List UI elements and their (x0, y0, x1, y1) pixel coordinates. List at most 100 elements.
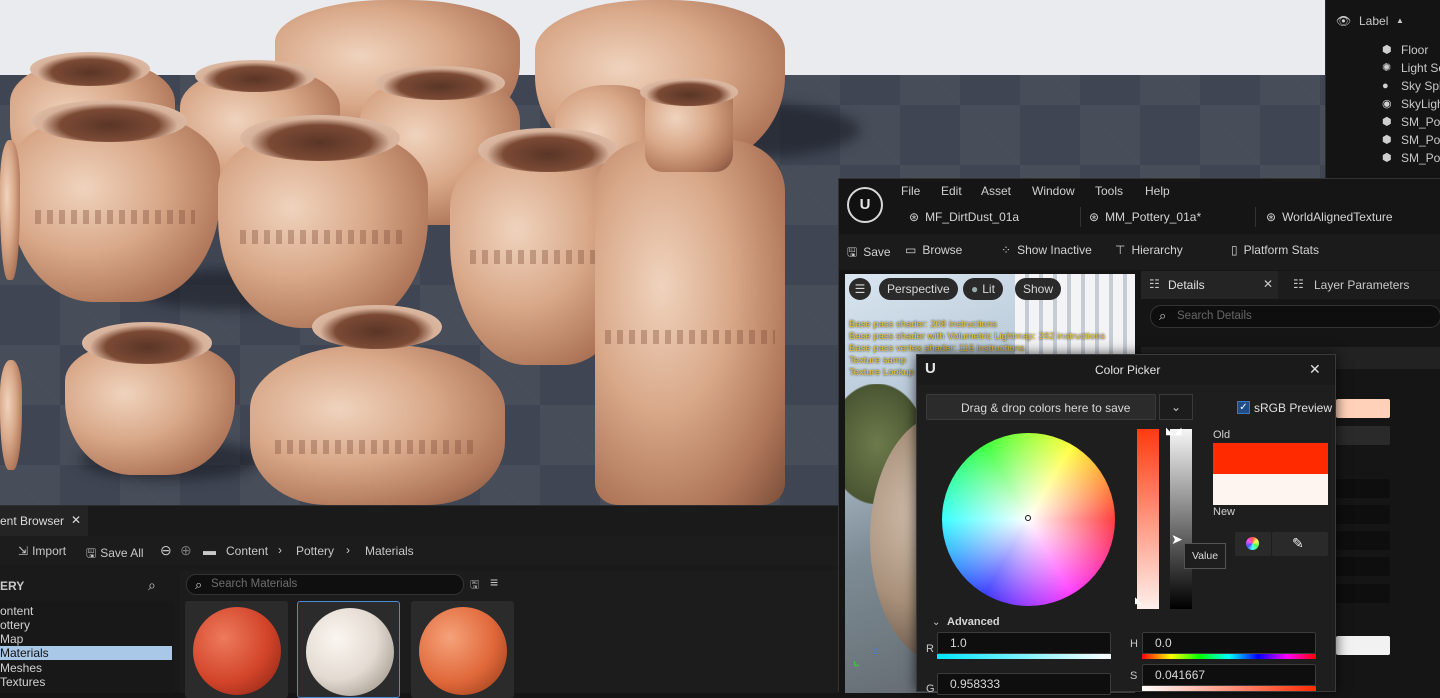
tree-item-map[interactable]: Map (0, 632, 172, 646)
lit-sphere-icon: ● (971, 282, 979, 296)
tree-item-materials[interactable]: Materials (0, 646, 172, 660)
search-icon[interactable]: ⌕ (148, 577, 156, 594)
property-field[interactable] (1336, 426, 1390, 445)
value-slider[interactable]: ◣◢ (1166, 426, 1192, 609)
material-thumbnail[interactable] (411, 601, 514, 698)
pot-rim (375, 66, 505, 100)
stats-icon: ▯ (1231, 243, 1238, 257)
search-details-input[interactable]: ⌕ Search Details (1150, 305, 1440, 328)
property-field[interactable] (1336, 505, 1390, 524)
asset-tab-worldaligned[interactable]: ⊛ WorldAlignedTexture (1266, 210, 1393, 224)
search-materials-input[interactable]: ⌕ Search Materials (186, 574, 464, 595)
forward-arrow-icon[interactable]: ⊕ (180, 542, 192, 559)
material-thumbnail-selected[interactable] (297, 601, 400, 698)
material-icon: ⊛ (1089, 210, 1100, 224)
s-input[interactable]: 0.041667 (1142, 664, 1316, 686)
outliner-item[interactable]: ✺ Light So (1326, 59, 1440, 77)
close-icon[interactable]: ✕ (71, 513, 81, 527)
tree-item-pottery[interactable]: ottery (0, 618, 172, 632)
show-inactive-button[interactable]: ⁘ Show Inactive (1001, 243, 1092, 257)
menu-edit[interactable]: Edit (941, 184, 962, 198)
white-material-sphere (306, 608, 394, 696)
chevron-down-icon[interactable]: ⌄ (932, 617, 940, 628)
outliner-item[interactable]: ◉ SkyLigh (1326, 95, 1440, 113)
show-button[interactable]: Show (1015, 278, 1062, 300)
world-outliner: 👁 Label ▲ ⬢ Floor ✺ Light So ● Sky Sph ◉ Sky… (1325, 0, 1440, 180)
tree-item-textures[interactable]: Textures (0, 675, 172, 689)
color-wheel[interactable] (942, 433, 1115, 606)
details-tab[interactable]: ☷ Details ✕ (1141, 271, 1278, 299)
menu-file[interactable]: File (901, 184, 920, 198)
advanced-section-label[interactable]: Advanced (947, 616, 1000, 628)
browse-icon: ▭ (905, 243, 917, 257)
save-button[interactable]: 🖫 Save (847, 243, 891, 264)
close-icon[interactable]: ✕ (1309, 361, 1321, 378)
menu-tools[interactable]: Tools (1095, 184, 1123, 198)
platform-stats-button[interactable]: ▯ Platform Stats (1231, 243, 1319, 257)
tree-item-content[interactable]: ontent (0, 604, 172, 618)
eyedropper-button[interactable]: ✎ (1272, 532, 1328, 556)
outliner-item[interactable]: ⬢ Floor (1326, 41, 1440, 59)
import-icon: ⇲ (18, 544, 29, 558)
filter-icon[interactable]: ≡ (490, 574, 498, 590)
color-picker-dialog: U Color Picker ✕ Drag & drop colors here… (916, 354, 1336, 695)
srgb-preview-checkbox[interactable]: ✓ (1237, 401, 1250, 414)
layer-parameters-icon: ☷ (1293, 277, 1304, 291)
unreal-logo-icon: U (925, 360, 936, 377)
asset-tab-dirtdust[interactable]: ⊛ MF_DirtDust_01a (909, 210, 1019, 224)
h-input[interactable]: 0.0 (1142, 632, 1316, 654)
outliner-item[interactable]: ● Sky Sph (1326, 77, 1440, 95)
asset-tab-pottery[interactable]: ⊛ MM_Pottery_01a* (1089, 210, 1201, 224)
breadcrumb-pottery[interactable]: Pottery (296, 544, 334, 558)
color-picker-titlebar[interactable]: U Color Picker ✕ (917, 355, 1335, 385)
breadcrumb-content[interactable]: Content (226, 544, 268, 558)
content-browser-tab[interactable]: ent Browser ✕ (0, 506, 88, 536)
menu-window[interactable]: Window (1032, 184, 1075, 198)
shader-stat: Texture Lookup (849, 367, 914, 378)
lit-button[interactable]: ● Lit (963, 278, 1003, 300)
outliner-item[interactable]: ⬢ SM_Pot (1326, 131, 1440, 149)
shader-stat: Base pass shader: 208 instructions (849, 319, 997, 330)
breadcrumb-materials[interactable]: Materials (365, 544, 414, 558)
tree-item-meshes[interactable]: Meshes (0, 661, 172, 675)
s-gradient-bar[interactable] (1142, 686, 1316, 691)
material-thumbnail[interactable] (185, 601, 288, 698)
hierarchy-button[interactable]: ⊤ Hierarchy (1115, 243, 1183, 257)
tab-divider (1255, 207, 1256, 227)
outliner-item[interactable]: ⬢ SM_Pot (1326, 149, 1440, 167)
white-swatch-property[interactable] (1336, 636, 1390, 655)
save-all-button[interactable]: 🖫 Save All (86, 544, 144, 565)
r-gradient-bar[interactable] (937, 654, 1111, 659)
menu-asset[interactable]: Asset (981, 184, 1011, 198)
slider-handle-icon[interactable]: ◣ (1135, 595, 1142, 606)
color-drop-zone[interactable]: Drag & drop colors here to save (926, 394, 1156, 420)
browse-button[interactable]: ▭ Browse (905, 243, 962, 257)
outliner-header[interactable]: 👁 Label ▲ (1326, 12, 1440, 30)
axis-z-label: z (873, 646, 878, 657)
save-search-icon[interactable]: 🖫 (470, 576, 479, 595)
property-field[interactable] (1336, 479, 1390, 498)
swatch-dropdown-button[interactable]: ⌄ (1159, 394, 1193, 420)
color-wheel-selector[interactable] (1025, 515, 1031, 521)
h-gradient-bar[interactable] (1142, 654, 1316, 659)
pot-rim (240, 115, 400, 161)
import-button[interactable]: ⇲ Import (18, 544, 66, 558)
details-tab-bar: ☷ Details ✕ ☷ Layer Parameters (1141, 271, 1440, 299)
eye-icon[interactable]: 👁 (1336, 15, 1351, 27)
slider-handle-icon[interactable]: ◣◢ (1166, 426, 1181, 437)
r-input[interactable]: 1.0 (937, 632, 1111, 654)
color-swatch-property[interactable] (1336, 399, 1390, 418)
saturation-slider[interactable]: ◣ (1135, 429, 1159, 609)
layer-parameters-tab[interactable]: Layer Parameters (1314, 278, 1409, 292)
perspective-button[interactable]: Perspective (879, 278, 958, 300)
h-label: H (1130, 638, 1138, 650)
hamburger-menu-icon[interactable]: ☰ (849, 278, 871, 300)
color-themes-button[interactable] (1235, 532, 1271, 556)
property-field[interactable] (1336, 584, 1390, 603)
property-field[interactable] (1336, 557, 1390, 576)
close-icon[interactable]: ✕ (1263, 277, 1273, 291)
menu-help[interactable]: Help (1145, 184, 1170, 198)
back-arrow-icon[interactable]: ⊖ (160, 542, 172, 559)
property-field[interactable] (1336, 531, 1390, 550)
outliner-item[interactable]: ⬢ SM_Pot (1326, 113, 1440, 131)
